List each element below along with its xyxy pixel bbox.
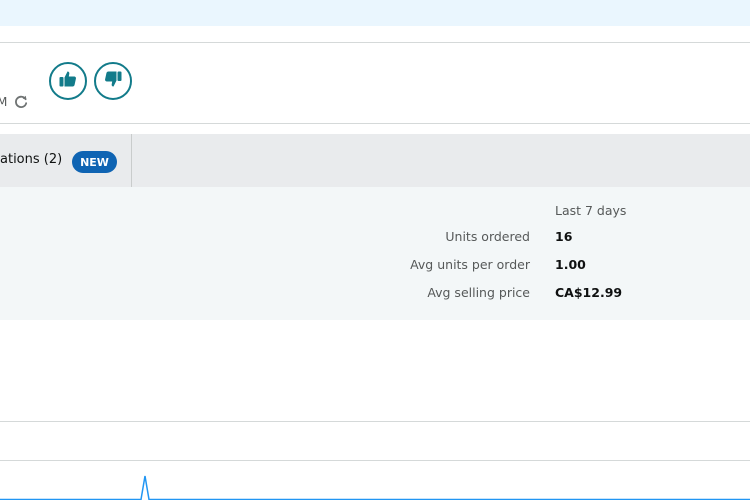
stat-row-avg-selling-price: Avg selling price CA$12.99 [0,285,750,303]
thumbs-down-button[interactable] [94,62,132,100]
stat-label: Avg units per order [410,257,530,272]
refresh-icon[interactable] [13,94,29,110]
divider [0,123,750,124]
stat-value: 1.00 [555,257,586,272]
stat-label: Avg selling price [427,285,530,300]
last-updated-text: M [0,95,8,109]
thumbs-down-icon [103,69,123,93]
top-info-banner [0,0,750,26]
period-label: Last 7 days [555,203,627,218]
chart-series-line [0,475,750,501]
thumbs-up-button[interactable] [49,62,87,100]
stat-label: Units ordered [445,229,530,244]
divider [0,421,750,422]
thumbs-up-icon [58,69,78,93]
tab-recommendations[interactable]: ations (2) NEW [0,134,132,187]
stat-row-avg-units-per-order: Avg units per order 1.00 [0,257,750,275]
tab-label: ations (2) [0,152,63,167]
tab-bar: ations (2) NEW [0,134,750,187]
stat-value: CA$12.99 [555,285,623,300]
stat-value: 16 [555,229,573,244]
divider [0,42,750,43]
sales-stats-panel: Last 7 days Units ordered 16 Avg units p… [0,187,750,320]
new-badge: NEW [72,151,117,173]
stat-row-units-ordered: Units ordered 16 [0,229,750,247]
sales-chart [0,460,750,501]
last-updated-row: M [0,92,29,112]
